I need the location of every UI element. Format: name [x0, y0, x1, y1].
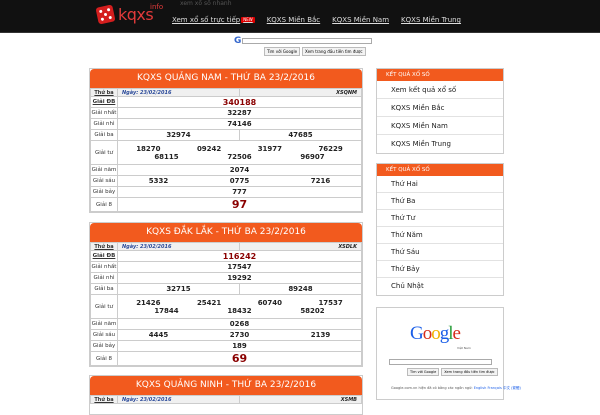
google-lucky-button[interactable]: Xem trang đầu tiên tìm được [441, 368, 498, 376]
top-bar: kqxs info xem xổ số nhanh Xem xổ số trực… [0, 0, 600, 33]
google-search-box: Google Việt Nam Tìm với Google Xem trang… [376, 307, 521, 400]
new-badge: NEW [241, 17, 255, 23]
dice-icon [95, 4, 116, 25]
result-title[interactable]: KQXS QUẢNG NAM - THỨ BA 23/2/2016 [90, 69, 362, 88]
sidebar-title: KẾT QUẢ XỔ SỐ [377, 69, 503, 81]
result-title[interactable]: KQXS QUẢNG NINH - THỨ BA 23/2/2016 [90, 376, 362, 395]
sidebar-item-thu-hai[interactable]: Thứ Hai [377, 176, 503, 193]
google-search-input[interactable] [389, 359, 492, 365]
nav-kqxs-mien-nam[interactable]: KQXS Miền Nam [332, 16, 389, 24]
sidebar-item-chu-nhat[interactable]: Chủ Nhật [377, 278, 503, 295]
result-box-quang-ninh: KQXS QUẢNG NINH - THỨ BA 23/2/2016 Thứ b… [89, 375, 363, 415]
top-google-search: G Tìm với Google Xem trang đầu tiên tìm … [234, 36, 372, 57]
top-lucky-button[interactable]: Xem trang đầu tiên tìm được [302, 47, 366, 56]
top-search-input[interactable] [242, 38, 372, 44]
nav-kqxs-mien-bac[interactable]: KQXS Miền Bắc [267, 16, 320, 24]
main-nav: Xem xổ số trực tiếp NEW KQXS Miền Bắc KQX… [172, 16, 461, 24]
result-table: Thứ ba Ngày: 23/02/2016 XSDLK Giải ĐB 11624… [90, 242, 362, 366]
top-search-button[interactable]: Tìm với Google [264, 47, 301, 56]
sidebar-kqxs-links: KẾT QUẢ XỔ SỐ Xem kết quả xổ số KQXS Miề… [376, 68, 504, 154]
sidebar-item-thu-sau[interactable]: Thứ Sáu [377, 244, 503, 261]
sidebar-item-mien-trung[interactable]: KQXS Miền Trung [377, 135, 503, 153]
sidebar-item-thu-nam[interactable]: Thứ Năm [377, 227, 503, 244]
google-language-note: Google.com.vn hiện đã có bằng các ngôn n… [391, 386, 521, 390]
result-box-quang-nam: KQXS QUẢNG NAM - THỨ BA 23/2/2016 Thứ ba… [89, 68, 363, 213]
result-title[interactable]: KQXS ĐẮK LẮK - THỨ BA 23/2/2016 [90, 223, 362, 242]
google-icon: G [234, 36, 242, 46]
sidebar-title: KẾT QUẢ XỔ SỐ [377, 164, 503, 176]
result-box-dak-lak: KQXS ĐẮK LẮK - THỨ BA 23/2/2016 Thứ ba Ng… [89, 222, 363, 367]
google-region: Việt Nam [457, 346, 471, 350]
sidebar-item-thu-bay[interactable]: Thứ Bảy [377, 261, 503, 278]
sidebar-days: KẾT QUẢ XỔ SỐ Thứ Hai Thứ Ba Thứ Tư Thứ … [376, 163, 504, 296]
google-search-button[interactable]: Tìm với Google [407, 368, 440, 376]
sidebar-item-thu-tu[interactable]: Thứ Tư [377, 210, 503, 227]
sidebar-item-mien-nam[interactable]: KQXS Miền Nam [377, 117, 503, 135]
sidebar-item-thu-ba[interactable]: Thứ Ba [377, 193, 503, 210]
nav-live-results[interactable]: Xem xổ số trực tiếp NEW [172, 16, 255, 24]
result-table: Thứ ba Ngày: 23/02/2016 XSQNM Giải ĐB 34018… [90, 88, 362, 212]
site-logo[interactable]: kqxs info [95, 3, 177, 26]
logo-sup: info [150, 3, 164, 11]
sidebar-item-xem-ket-qua[interactable]: Xem kết quả xổ số [377, 81, 503, 99]
logo-text: kqxs [118, 5, 154, 24]
tagline: xem xổ số nhanh [180, 0, 232, 7]
sidebar-item-mien-bac[interactable]: KQXS Miền Bắc [377, 99, 503, 117]
google-logo: Google [410, 323, 461, 344]
language-links[interactable]: English Français 中文 (繁體) [474, 386, 521, 390]
nav-kqxs-mien-trung[interactable]: KQXS Miền Trung [401, 16, 461, 24]
